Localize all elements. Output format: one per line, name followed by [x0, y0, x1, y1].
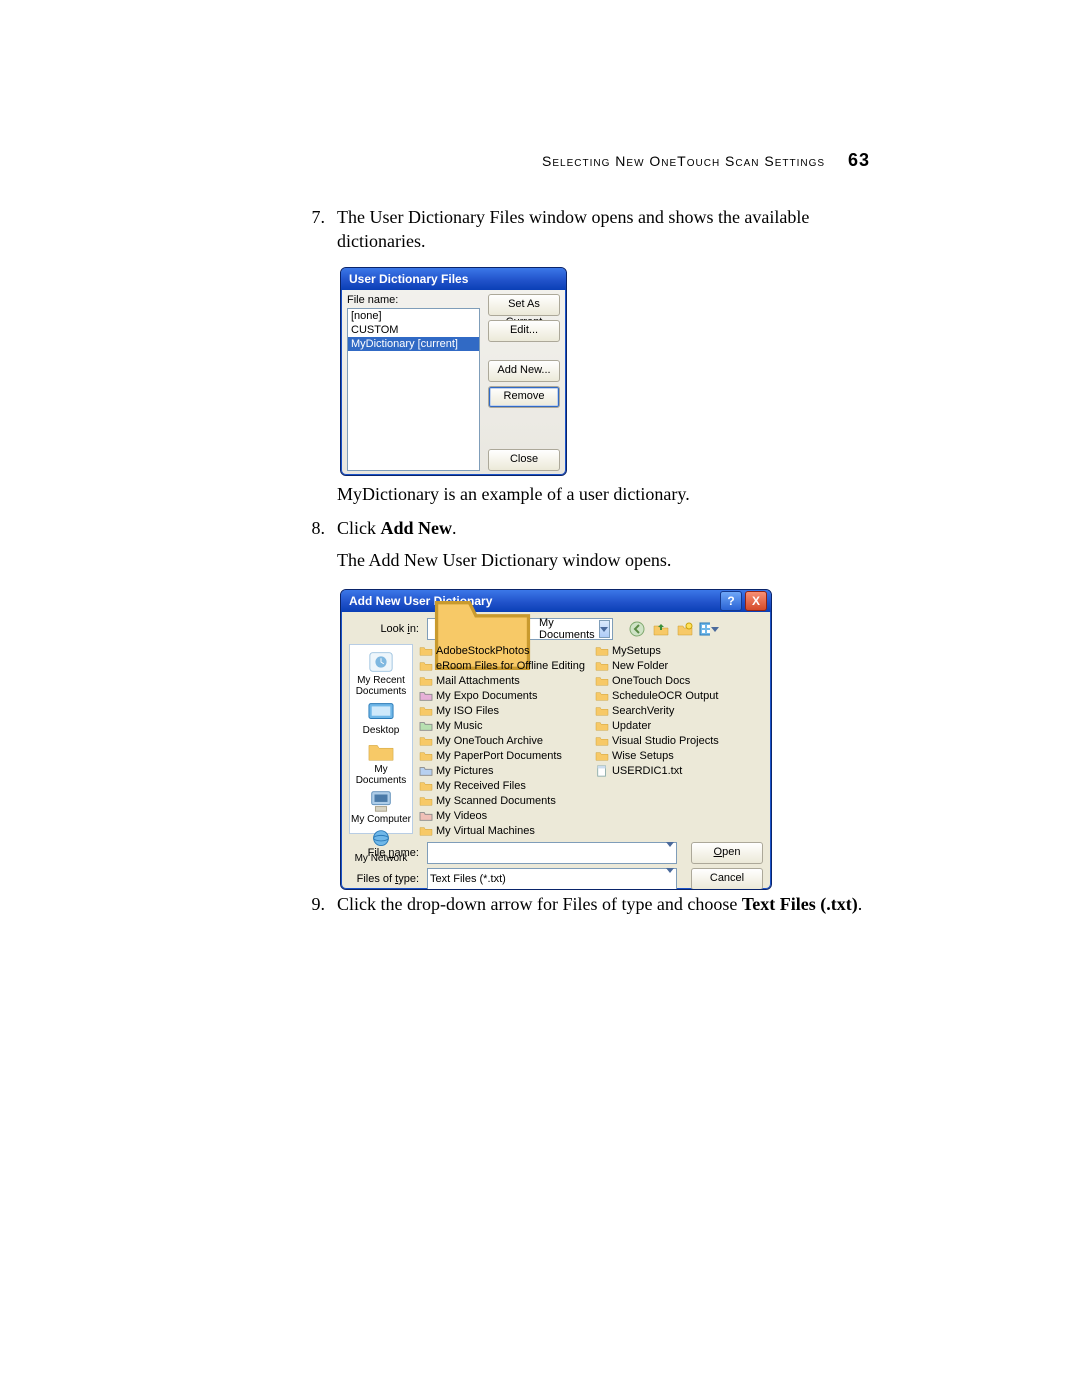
places-bar: My Recent Documents Desktop My Documents…: [349, 644, 413, 834]
list-item[interactable]: Visual Studio Projects: [595, 734, 719, 748]
list-item[interactable]: My Pictures: [419, 764, 585, 778]
list-item[interactable]: My PaperPort Documents: [419, 749, 585, 763]
file-name-label: File name:: [349, 847, 427, 859]
step-8: 8. Click Add New.: [290, 516, 885, 540]
set-as-current-button[interactable]: Set As Current: [488, 294, 560, 316]
list-item[interactable]: My Virtual Machines: [419, 824, 585, 838]
list-item[interactable]: My Scanned Documents: [419, 794, 585, 808]
list-item[interactable]: Updater: [595, 719, 719, 733]
new-folder-icon[interactable]: [675, 619, 695, 639]
header-text: Selecting New OneTouch Scan Settings: [542, 153, 825, 169]
list-item[interactable]: My OneTouch Archive: [419, 734, 585, 748]
open-button[interactable]: Open: [691, 842, 763, 864]
files-of-type-combo[interactable]: Text Files (*.txt): [427, 868, 677, 890]
files-of-type-label: Files of type:: [349, 873, 427, 885]
help-icon[interactable]: ?: [720, 591, 742, 611]
step-7: 7. The User Dictionary Files window open…: [290, 205, 885, 254]
chevron-down-icon[interactable]: [666, 873, 674, 885]
list-item[interactable]: My ISO Files: [419, 704, 585, 718]
view-menu-icon[interactable]: [699, 619, 719, 639]
list-item[interactable]: CUSTOM: [348, 323, 479, 337]
chevron-down-icon[interactable]: [666, 847, 674, 859]
list-item[interactable]: OneTouch Docs: [595, 674, 719, 688]
add-new-button[interactable]: Add New...: [488, 360, 560, 382]
list-item[interactable]: My Videos: [419, 809, 585, 823]
page-number: 63: [848, 150, 870, 170]
places-recent[interactable]: My Recent Documents: [350, 649, 412, 697]
edit-button[interactable]: Edit...: [488, 320, 560, 342]
list-item[interactable]: SearchVerity: [595, 704, 719, 718]
list-item[interactable]: Wise Setups: [595, 749, 719, 763]
chevron-down-icon[interactable]: [599, 620, 610, 638]
list-item[interactable]: My Music: [419, 719, 585, 733]
list-item[interactable]: MySetups: [595, 644, 719, 658]
places-desktop[interactable]: Desktop: [363, 699, 400, 736]
step-7-note: MyDictionary is an example of a user dic…: [337, 482, 885, 506]
step-8-result: The Add New User Dictionary window opens…: [337, 548, 885, 572]
remove-button[interactable]: Remove: [488, 386, 560, 408]
close-icon[interactable]: X: [745, 591, 767, 611]
file-list[interactable]: AdobeStockPhotoseRoom Files for Offline …: [419, 644, 763, 834]
dialog-title: User Dictionary Files: [341, 268, 566, 290]
user-dictionary-files-dialog: User Dictionary Files File name: [none] …: [340, 267, 567, 476]
close-button[interactable]: Close: [488, 449, 560, 471]
list-item[interactable]: [none]: [348, 309, 479, 323]
look-in-label: Look in:: [349, 623, 427, 635]
cancel-button[interactable]: Cancel: [691, 868, 763, 890]
dictionary-list[interactable]: [none] CUSTOM MyDictionary [current]: [347, 308, 480, 471]
add-new-user-dictionary-dialog: Add New User Dictionary ? X Look in: My …: [340, 589, 772, 890]
back-icon[interactable]: [627, 619, 647, 639]
list-item[interactable]: AdobeStockPhotos: [419, 644, 585, 658]
list-item[interactable]: ScheduleOCR Output: [595, 689, 719, 703]
list-item[interactable]: Mail Attachments: [419, 674, 585, 688]
step-9: 9. Click the drop-down arrow for Files o…: [290, 892, 885, 916]
file-name-label: File name:: [347, 294, 480, 306]
list-item[interactable]: New Folder: [595, 659, 719, 673]
list-item[interactable]: eRoom Files for Offline Editing: [419, 659, 585, 673]
look-in-combo[interactable]: My Documents: [427, 618, 613, 640]
places-mycomputer[interactable]: My Computer: [351, 788, 411, 825]
list-item[interactable]: MyDictionary [current]: [348, 337, 479, 351]
list-item[interactable]: USERDIC1.txt: [595, 764, 719, 778]
up-one-level-icon[interactable]: [651, 619, 671, 639]
page-header: Selecting New OneTouch Scan Settings 63: [542, 150, 870, 171]
places-mydocs[interactable]: My Documents: [350, 738, 412, 786]
file-name-input[interactable]: [427, 842, 677, 864]
list-item[interactable]: My Received Files: [419, 779, 585, 793]
list-item[interactable]: My Expo Documents: [419, 689, 585, 703]
